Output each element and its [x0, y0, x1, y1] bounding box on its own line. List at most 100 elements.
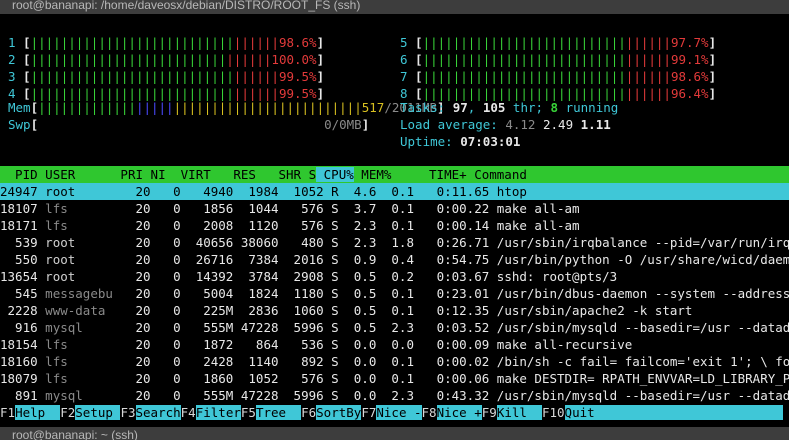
process-shr: 536: [278, 337, 324, 352]
fkey-f4[interactable]: F4: [181, 405, 196, 420]
process-row[interactable]: 539 root 20 0 40656 38060 480 S 2.3 1.8 …: [0, 234, 789, 251]
process-time: 0:00.02: [414, 354, 490, 369]
process-row[interactable]: 2228 www-data 20 0 225M 2836 1060 S 0.5 …: [0, 302, 789, 319]
process-virt: 555M: [180, 320, 234, 335]
process-nice: 0: [150, 388, 181, 403]
process-command: sshd: root@pts/3: [489, 269, 618, 284]
process-command: /usr/bin/dbus-daemon --system --address=…: [496, 286, 789, 301]
swap-value: 0/0MB: [324, 117, 362, 132]
swap-meter: Swp[ 0/0MB]: [8, 116, 369, 133]
process-nice: 0: [150, 235, 181, 250]
fkey-label-f2[interactable]: Setup: [75, 405, 121, 420]
fkey-label-f6[interactable]: SortBy: [316, 405, 362, 420]
process-nice: 0: [150, 252, 181, 267]
fkey-f8[interactable]: F8: [422, 405, 437, 420]
fkey-f1[interactable]: F1: [0, 405, 15, 420]
cpu-bar-system: ||||||: [226, 52, 272, 67]
cpu-bar-user: |||||||||||||||||||||||||||: [422, 35, 626, 50]
fkey-label-f10[interactable]: Quit: [564, 405, 783, 420]
process-row[interactable]: 550 root 20 0 26716 7384 2016 S 0.9 0.4 …: [0, 251, 789, 268]
process-state: S: [323, 235, 339, 250]
meter-bracket-close: ]: [316, 69, 325, 84]
memory-label: Mem: [8, 100, 31, 115]
cpu-meter-5: 5 [|||||||||||||||||||||||||||||||||97.7…: [400, 34, 716, 51]
column-header-shr[interactable]: SHR: [256, 167, 301, 182]
column-header-s[interactable]: S: [301, 167, 317, 182]
process-priority: 20: [112, 354, 151, 369]
process-row[interactable]: 18154 lfs 20 0 1872 864 536 S 0.0 0.0 0:…: [0, 336, 789, 353]
process-cpu: 0.0: [338, 371, 377, 386]
process-virt: 14392: [180, 269, 234, 284]
process-row[interactable]: 18079 lfs 20 0 1860 1052 576 S 0.0 0.1 0…: [0, 370, 789, 387]
cpu-meter-7: 7 [|||||||||||||||||||||||||||||||||98.6…: [400, 68, 716, 85]
process-state: S: [323, 286, 339, 301]
process-priority: 20: [112, 201, 151, 216]
fkey-label-f1[interactable]: Help: [15, 405, 61, 420]
bottom-tab-title: root@bananapi: ~ (ssh): [12, 428, 138, 440]
cpu-meter-2: 2 [||||||||||||||||||||||||||||||||100.0…: [8, 51, 324, 68]
process-user: lfs: [37, 201, 113, 216]
column-header-pri[interactable]: PRI: [113, 167, 143, 182]
process-row[interactable]: 891 mysql 20 0 555M 47228 5996 S 0.0 2.3…: [0, 387, 789, 404]
fkey-label-f5[interactable]: Tree: [255, 405, 302, 420]
column-header-res[interactable]: RES: [211, 167, 256, 182]
process-row[interactable]: 545 messagebu 20 0 5004 1824 1180 S 0.5 …: [0, 285, 789, 302]
process-pid: 18154: [0, 337, 38, 352]
process-row[interactable]: 18107 lfs 20 0 1856 1044 576 S 3.7 0.1 0…: [0, 200, 789, 217]
memory-meter: Mem[||||||||||||||||||||||||||||||||||||…: [8, 99, 445, 116]
process-row[interactable]: 13654 root 20 0 14392 3784 2908 S 0.5 0.…: [0, 268, 789, 285]
cpu-meter-percent: 97.7%: [670, 35, 709, 50]
fkey-label-f9[interactable]: Kill: [496, 405, 542, 420]
meter-bracket-open: [: [407, 35, 423, 50]
cpu-bar-user: ||||||||||||||||||||||||||: [30, 52, 227, 67]
cpu-meter-6: 6 [|||||||||||||||||||||||||||||||||99.1…: [400, 51, 716, 68]
window-title: root@bananapi: /home/daveosx/debian/DIST…: [12, 0, 361, 12]
cpu-bar-system: ||||||: [233, 35, 279, 50]
fkey-f10[interactable]: F10: [542, 405, 565, 420]
column-header-time[interactable]: TIME+: [391, 167, 467, 182]
process-nice: 0: [150, 269, 181, 284]
cpu-meter-percent: 96.4%: [670, 86, 709, 101]
cpu-meter-1: 1 [|||||||||||||||||||||||||||||||||98.6…: [8, 34, 324, 51]
process-row[interactable]: 916 mysql 20 0 555M 47228 5996 S 0.5 2.3…: [0, 319, 789, 336]
column-header-virt[interactable]: VIRT: [166, 167, 211, 182]
fkey-label-f7[interactable]: Nice -: [376, 405, 422, 420]
process-time: 0:43.32: [414, 388, 490, 403]
process-mem: 0.1: [376, 184, 414, 199]
process-shr: 1060: [278, 303, 324, 318]
fkey-f3[interactable]: F3: [120, 405, 135, 420]
process-cpu: 4.6: [338, 184, 377, 199]
column-header-mem[interactable]: MEM%: [354, 167, 391, 182]
process-row[interactable]: 18160 lfs 20 0 2428 1140 892 S 0.0 0.1 0…: [0, 353, 789, 370]
fkey-label-f3[interactable]: Search: [135, 405, 181, 420]
swap-label: Swp: [8, 117, 31, 132]
fkey-label-f8[interactable]: Nice +: [436, 405, 482, 420]
threads-count: 105: [482, 100, 506, 115]
process-virt: 40656: [180, 235, 234, 250]
fkey-f5[interactable]: F5: [241, 405, 256, 420]
process-res: 2836: [233, 303, 279, 318]
tasks-info: Tasks: 97, 105 thr; 8 running: [400, 99, 618, 116]
cpu-bar-user: |||||||||||||||||||||||||||: [422, 69, 626, 84]
process-pid: 891: [0, 388, 38, 403]
fkey-f2[interactable]: F2: [60, 405, 75, 420]
process-row[interactable]: 24947 root 20 0 4940 1984 1052 R 4.6 0.1…: [0, 183, 789, 200]
fkey-f9[interactable]: F9: [482, 405, 497, 420]
column-header-cpu[interactable]: CPU%: [316, 167, 354, 182]
process-row[interactable]: 18171 lfs 20 0 2008 1120 576 S 2.3 0.1 0…: [0, 217, 789, 234]
process-table-header[interactable]: PID USER PRI NI VIRT RES SHR S CPU% MEM%…: [0, 166, 789, 183]
column-header-command[interactable]: Command: [467, 167, 789, 182]
fkey-label-f4[interactable]: Filter: [195, 405, 241, 420]
fkey-f7[interactable]: F7: [361, 405, 376, 420]
tasks-label: Tasks:: [400, 100, 453, 115]
process-time: 0:54.75: [414, 252, 490, 267]
column-header-user[interactable]: USER: [38, 167, 113, 182]
column-header-ni[interactable]: NI: [143, 167, 166, 182]
process-virt: 2428: [180, 354, 234, 369]
mem-bar-cache: |||||||||||||||||||||||||: [173, 100, 362, 115]
process-cpu: 0.0: [338, 354, 377, 369]
column-header-pid[interactable]: PID: [0, 167, 38, 182]
fkey-f6[interactable]: F6: [301, 405, 316, 420]
process-state: S: [323, 337, 339, 352]
process-res: 1984: [233, 184, 279, 199]
